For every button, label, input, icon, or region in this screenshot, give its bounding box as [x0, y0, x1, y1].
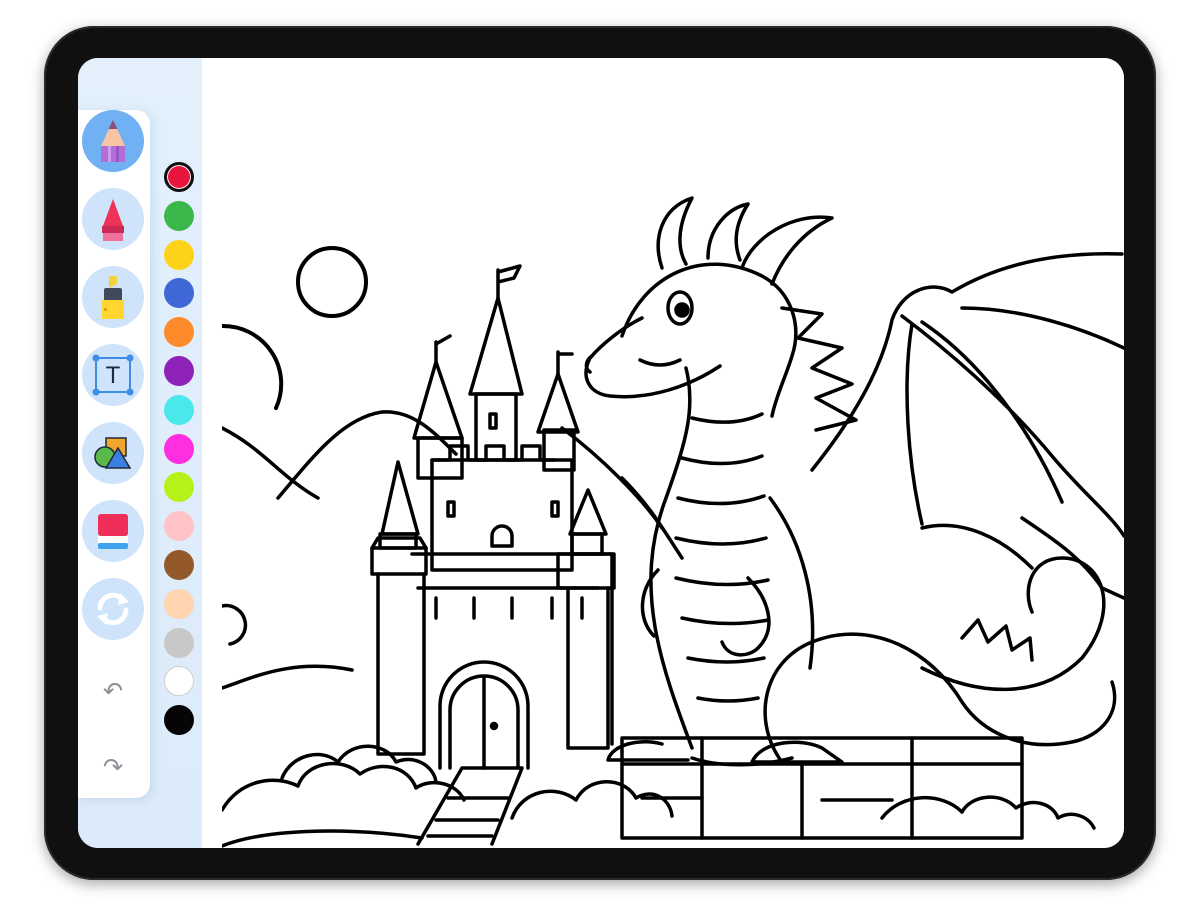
color-swatch[interactable]: [164, 200, 194, 231]
coloring-page-artwork: [220, 196, 1124, 848]
color-swatch[interactable]: [164, 511, 194, 542]
color-swatch[interactable]: [164, 317, 194, 348]
redo-button[interactable]: ↷: [98, 752, 128, 782]
eraser-tool-button[interactable]: [82, 500, 144, 562]
refresh-tool-button[interactable]: [82, 578, 144, 640]
highlighter-icon: [102, 276, 124, 319]
highlighter-tool-button[interactable]: [82, 266, 144, 328]
text-tool-glyph: T: [105, 364, 120, 389]
drawing-canvas[interactable]: [220, 58, 1124, 848]
shapes-icon: [94, 437, 132, 469]
color-swatch[interactable]: [164, 394, 194, 425]
color-swatch[interactable]: [164, 356, 194, 386]
marker-icon: [102, 199, 124, 241]
color-swatch[interactable]: [164, 162, 194, 192]
pencil-tool-button[interactable]: [82, 110, 144, 172]
eraser-icon: [98, 514, 128, 549]
text-tool-button[interactable]: T: [82, 344, 144, 406]
color-swatch[interactable]: [164, 433, 194, 464]
color-swatch[interactable]: [164, 588, 194, 619]
color-swatch[interactable]: [164, 627, 194, 658]
redo-icon: ↷: [102, 753, 124, 781]
refresh-icon: [97, 592, 129, 626]
tablet-frame: T ↶ ↷: [44, 26, 1156, 880]
color-swatch[interactable]: [164, 550, 194, 580]
color-swatch[interactable]: [164, 705, 194, 736]
tool-sidebar: T ↶ ↷: [78, 110, 150, 798]
shapes-tool-button[interactable]: [82, 422, 144, 484]
undo-button[interactable]: ↶: [98, 676, 128, 706]
color-swatch[interactable]: [164, 239, 194, 270]
pencil-icon: [101, 120, 125, 162]
marker-tool-button[interactable]: [82, 188, 144, 250]
text-tool-icon: T: [92, 354, 134, 396]
app-screen: T ↶ ↷: [78, 58, 1124, 848]
undo-icon: ↶: [102, 677, 124, 705]
